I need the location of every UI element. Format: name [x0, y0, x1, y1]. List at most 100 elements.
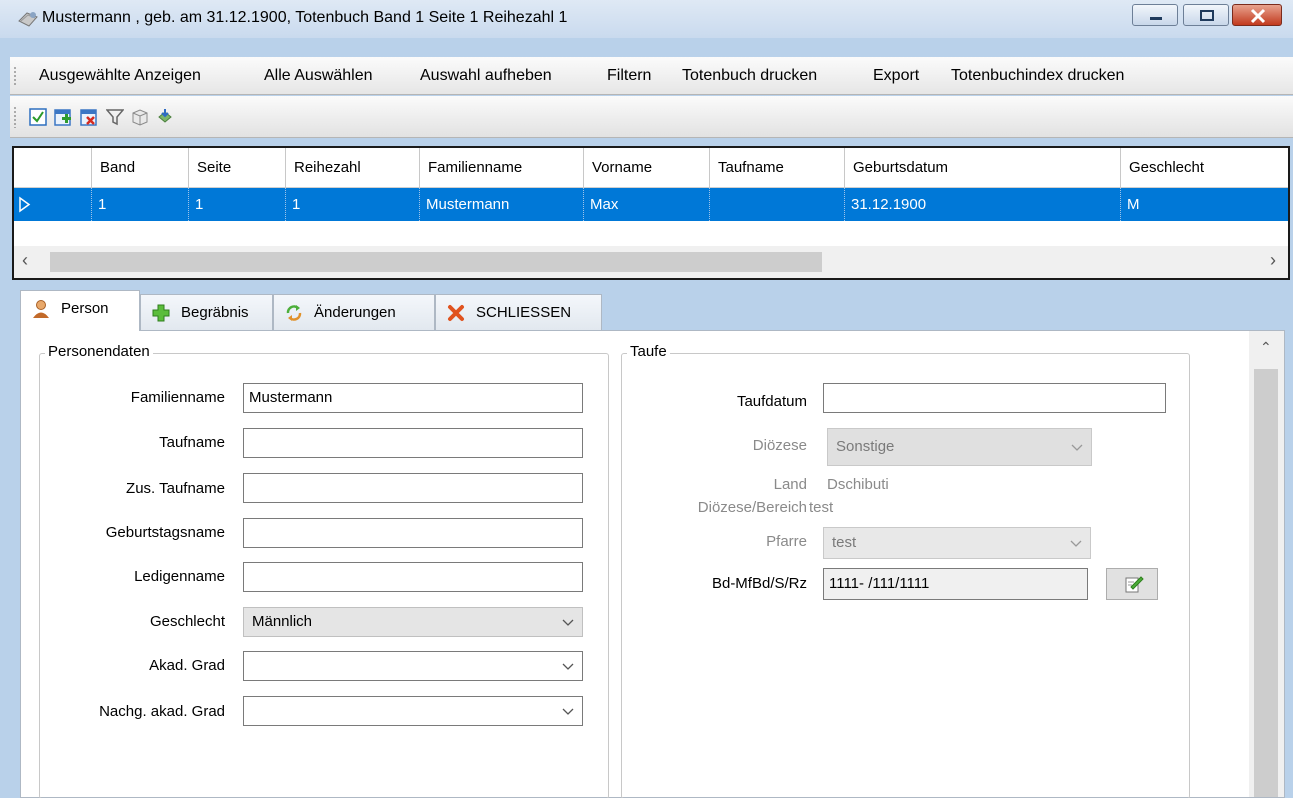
geburtstagsname-field[interactable]	[243, 518, 583, 548]
column-header-reihezahl[interactable]: Reihezahl	[286, 148, 420, 188]
column-header-vorname[interactable]: Vorname	[584, 148, 710, 188]
close-icon	[1250, 8, 1266, 24]
nachg-akad-grad-select[interactable]	[243, 696, 583, 726]
pfarre-select[interactable]: test	[823, 527, 1091, 559]
toolbar-grip[interactable]	[14, 106, 16, 128]
checkbox-icon[interactable]	[29, 108, 47, 126]
horizontal-scrollbar[interactable]: ‹ ›	[14, 246, 1288, 278]
table-row[interactable]: 1 1 1 Mustermann Max 31.12.1900 M	[14, 188, 1288, 221]
tab-aenderungen[interactable]: Änderungen	[273, 294, 435, 330]
pfarre-value: test	[832, 534, 857, 551]
menu-item-auswahl-aufheben[interactable]: Auswahl aufheben	[420, 67, 552, 85]
bd-mfbd-field[interactable]: 1111- /111/1111	[823, 568, 1088, 600]
maximize-icon	[1200, 10, 1214, 21]
toolbar	[10, 96, 1293, 138]
column-header-taufname[interactable]: Taufname	[710, 148, 845, 188]
geburtstagsname-label: Geburtstagsname	[105, 524, 225, 541]
tab-label: Begräbnis	[181, 304, 249, 321]
taufname-label: Taufname	[159, 434, 225, 451]
print-icon[interactable]	[156, 108, 174, 126]
geschlecht-label: Geschlecht	[149, 613, 225, 630]
maximize-button[interactable]	[1183, 4, 1229, 26]
cell-geburtsdatum[interactable]: 31.12.1900	[845, 188, 1121, 221]
ledigenname-label: Ledigenname	[134, 568, 225, 585]
person-icon	[31, 299, 51, 319]
export-box-icon[interactable]	[131, 108, 149, 126]
taufname-field[interactable]	[243, 428, 583, 458]
familienname-field[interactable]: Mustermann	[243, 383, 583, 413]
cell-familienname[interactable]: Mustermann	[420, 188, 584, 221]
tab-label: Änderungen	[314, 304, 396, 321]
zus-taufname-field[interactable]	[243, 473, 583, 503]
horizontal-scroll-thumb[interactable]	[50, 252, 822, 272]
chevron-down-icon	[562, 619, 574, 626]
bd-mfbd-label: Bd-MfBd/S/Rz	[711, 575, 807, 592]
menu-item-filtern[interactable]: Filtern	[607, 67, 651, 85]
column-header-seite[interactable]: Seite	[189, 148, 286, 188]
akad-grad-select[interactable]	[243, 651, 583, 681]
column-header-familienname[interactable]: Familienname	[420, 148, 584, 188]
menu-grip[interactable]	[14, 66, 16, 86]
chevron-down-icon	[562, 708, 574, 715]
row-pointer-icon	[19, 196, 31, 213]
tab-label: Person	[61, 300, 109, 317]
tab-begraebnis[interactable]: Begräbnis	[140, 294, 273, 330]
menu-bar: Ausgewählte Anzeigen Alle Auswählen Ausw…	[10, 57, 1293, 95]
edit-note-icon	[1125, 576, 1144, 593]
cell-band[interactable]: 1	[92, 188, 189, 221]
menu-item-totenbuchindex-drucken[interactable]: Totenbuchindex drucken	[951, 67, 1124, 85]
tab-label: SCHLIESSEN	[476, 304, 572, 321]
plus-icon	[151, 303, 171, 323]
menu-item-totenbuch-drucken[interactable]: Totenbuch drucken	[682, 67, 817, 85]
menu-item-alle-auswaehlen[interactable]: Alle Auswählen	[264, 67, 373, 85]
cell-reihezahl[interactable]: 1	[286, 188, 420, 221]
vertical-scrollbar[interactable]: ⌃	[1249, 331, 1284, 797]
add-record-icon[interactable]	[54, 108, 72, 126]
close-button[interactable]	[1232, 4, 1282, 26]
ledigenname-field[interactable]	[243, 562, 583, 592]
scroll-right-icon[interactable]: ›	[1270, 250, 1276, 271]
minimize-button[interactable]	[1132, 4, 1178, 26]
geschlecht-value: Männlich	[252, 613, 313, 630]
title-bar: Mustermann , geb. am 31.12.1900, Totenbu…	[0, 0, 1293, 38]
column-header-geburtsdatum[interactable]: Geburtsdatum	[845, 148, 1121, 188]
cell-seite[interactable]: 1	[189, 188, 286, 221]
dioezese-value: Sonstige	[836, 438, 895, 455]
dioezese-bereich-label: Diözese/Bereich	[697, 499, 807, 516]
scroll-left-icon[interactable]: ‹	[22, 250, 28, 271]
land-value: Dschibuti	[827, 476, 889, 493]
menu-item-export[interactable]: Export	[873, 67, 919, 85]
zus-taufname-label: Zus. Taufname	[126, 480, 225, 497]
row-indicator[interactable]	[14, 188, 92, 221]
chevron-down-icon	[1071, 444, 1083, 451]
chevron-down-icon	[562, 663, 574, 670]
tab-strip: Person Begräbnis Änderungen SCHLIESSEN	[20, 290, 1290, 331]
window-title: Mustermann , geb. am 31.12.1900, Totenbu…	[42, 9, 568, 26]
edit-reference-button[interactable]	[1106, 568, 1158, 600]
scroll-up-icon[interactable]: ⌃	[1260, 339, 1272, 356]
filter-icon[interactable]	[105, 108, 125, 126]
tab-person[interactable]: Person	[20, 290, 140, 331]
cell-vorname[interactable]: Max	[584, 188, 710, 221]
column-header-geschlecht[interactable]: Geschlecht	[1121, 148, 1288, 188]
taufdatum-label: Taufdatum	[736, 393, 807, 410]
column-header-band[interactable]: Band	[92, 148, 189, 188]
tab-schliessen[interactable]: SCHLIESSEN	[435, 294, 602, 330]
dioezese-select[interactable]: Sonstige	[827, 428, 1092, 466]
taufdatum-field[interactable]	[823, 383, 1166, 413]
cell-taufname[interactable]	[710, 188, 845, 221]
menu-item-ausgewaehlte-anzeigen[interactable]: Ausgewählte Anzeigen	[39, 67, 201, 85]
cell-geschlecht[interactable]: M	[1121, 188, 1288, 221]
delete-record-icon[interactable]	[80, 108, 98, 126]
minimize-icon	[1150, 17, 1162, 20]
vertical-scroll-thumb[interactable]	[1254, 369, 1278, 797]
dioezese-bereich-value: test	[809, 499, 834, 516]
group-title: Taufe	[627, 343, 670, 360]
akad-grad-label: Akad. Grad	[149, 657, 225, 674]
land-label: Land	[773, 476, 807, 493]
dioezese-label: Diözese	[752, 437, 807, 454]
geschlecht-select[interactable]: Männlich	[243, 607, 583, 637]
familienname-label: Familienname	[130, 389, 225, 406]
grid-corner-header[interactable]	[14, 148, 92, 188]
close-x-icon	[446, 303, 466, 323]
